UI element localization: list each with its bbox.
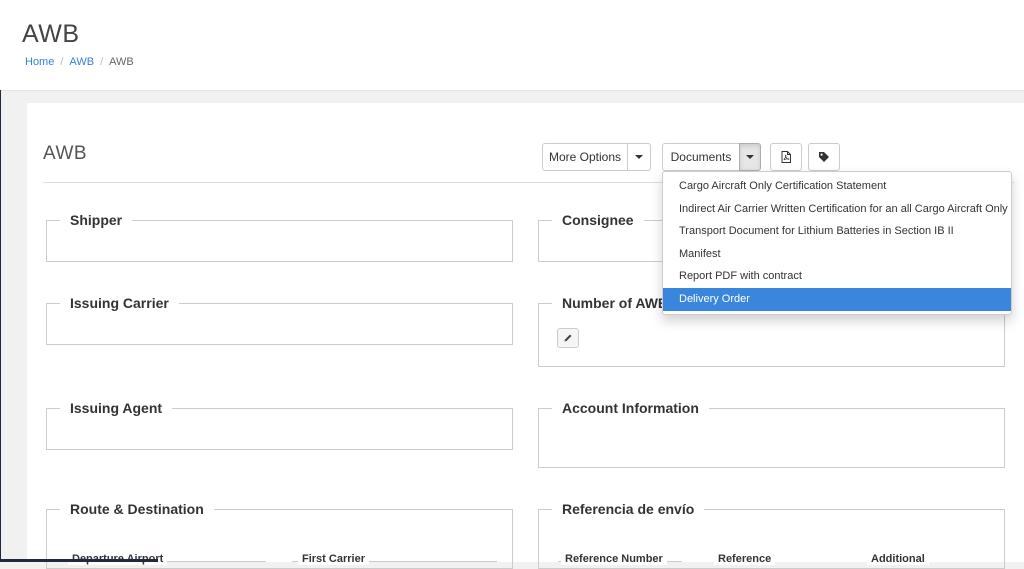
caret-down-icon (746, 155, 754, 159)
left-sidebar-edge (0, 90, 1, 562)
first-carrier-label: First Carrier (298, 553, 369, 565)
issuing-agent-section: Issuing Agent (46, 400, 513, 450)
issuing-carrier-label: Issuing Carrier (60, 295, 179, 311)
page-header: AWB Home / AWB / AWB (0, 0, 1024, 91)
panel-title: AWB (43, 143, 88, 164)
caret-down-icon (635, 155, 643, 159)
documents-dropdown-menu: Cargo Aircraft Only Certification Statem… (662, 171, 1012, 315)
pdf-button[interactable] (770, 143, 802, 171)
menu-item-cargo-aircraft-certification[interactable]: Cargo Aircraft Only Certification Statem… (663, 175, 1011, 198)
menu-item-manifest[interactable]: Manifest (663, 243, 1011, 266)
page-title: AWB (22, 20, 80, 48)
menu-item-delivery-order[interactable]: Delivery Order (663, 287, 1011, 311)
route-destination-label: Route & Destination (60, 501, 214, 517)
documents-dropdown-toggle[interactable] (739, 143, 761, 171)
shipper-label: Shipper (60, 212, 133, 228)
number-of-awb-label: Number of AWB (552, 295, 679, 311)
more-options-button[interactable]: More Options (542, 143, 628, 171)
breadcrumb-current: AWB (109, 56, 134, 68)
tag-button[interactable] (808, 143, 840, 171)
edit-awb-number-button[interactable] (557, 328, 579, 348)
breadcrumb-awb[interactable]: AWB (69, 56, 94, 68)
file-pdf-icon (781, 151, 791, 163)
referencia-envio-label: Referencia de envío (552, 501, 705, 517)
issuing-carrier-section: Issuing Carrier (46, 295, 513, 345)
tag-icon (819, 152, 829, 162)
menu-item-report-pdf-contract[interactable]: Report PDF with contract (663, 265, 1011, 288)
shipper-section: Shipper (46, 212, 513, 262)
reference-number-label: Reference Number (561, 553, 667, 565)
pencil-icon (564, 334, 572, 342)
account-information-label: Account Information (552, 400, 709, 416)
issuing-agent-label: Issuing Agent (60, 400, 173, 416)
consignee-label: Consignee (552, 212, 644, 228)
breadcrumb-home[interactable]: Home (25, 56, 54, 68)
more-options-dropdown-toggle[interactable] (627, 143, 651, 171)
documents-button[interactable]: Documents (662, 143, 740, 171)
breadcrumb: Home / AWB / AWB (25, 56, 134, 68)
breadcrumb-separator: / (100, 56, 104, 68)
menu-item-lithium-batteries-document[interactable]: Transport Document for Lithium Batteries… (663, 220, 1011, 243)
additional-label: Additional (867, 553, 929, 565)
breadcrumb-separator: / (60, 56, 64, 68)
account-information-section: Account Information (538, 400, 1005, 468)
reference-label: Reference (714, 553, 776, 565)
menu-item-indirect-air-carrier-certification[interactable]: Indirect Air Carrier Written Certificati… (663, 198, 1011, 221)
